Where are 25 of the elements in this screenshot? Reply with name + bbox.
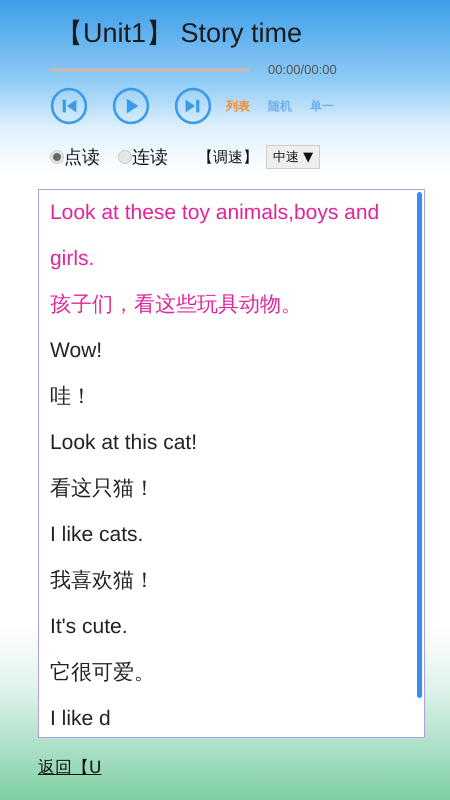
speed-dropdown[interactable]: 中速 ▼	[266, 145, 320, 169]
sentence-text[interactable]: Wow!	[50, 328, 397, 374]
radio-button[interactable]	[118, 150, 132, 164]
progress-track[interactable]	[49, 68, 250, 72]
translation-text[interactable]: 哇！	[50, 374, 397, 420]
play-button[interactable]	[112, 87, 150, 125]
translation-text[interactable]: 看这只猫！	[50, 466, 397, 512]
page-title: 【Unit1】 Story time	[55, 17, 304, 50]
radio-label[interactable]: 连读	[132, 145, 168, 169]
speed-label: 【调速】	[198, 148, 258, 166]
radio-label[interactable]: 点读	[64, 145, 100, 169]
sentence-text[interactable]: Look at this cat!	[50, 420, 397, 466]
sentence-text[interactable]: I like d	[50, 696, 397, 737]
translation-text[interactable]: 我喜欢猫！	[50, 558, 397, 604]
previous-button[interactable]	[50, 87, 88, 125]
sentence-text[interactable]: It's cute.	[50, 604, 397, 650]
back-link[interactable]: 返回【U	[38, 756, 102, 779]
translation-text[interactable]: 孩子们，看这些玩具动物。	[50, 282, 397, 328]
time-label: 00:00/00:00	[268, 62, 337, 77]
next-button[interactable]	[174, 87, 212, 125]
sentence-text[interactable]: Look at these toy animals,boys and girls.	[50, 190, 397, 282]
radio-button[interactable]	[50, 150, 64, 164]
scrollbar[interactable]	[417, 192, 422, 698]
translation-text[interactable]: 它很可爱。	[50, 650, 397, 696]
sentence-text[interactable]: I like cats.	[50, 512, 397, 558]
